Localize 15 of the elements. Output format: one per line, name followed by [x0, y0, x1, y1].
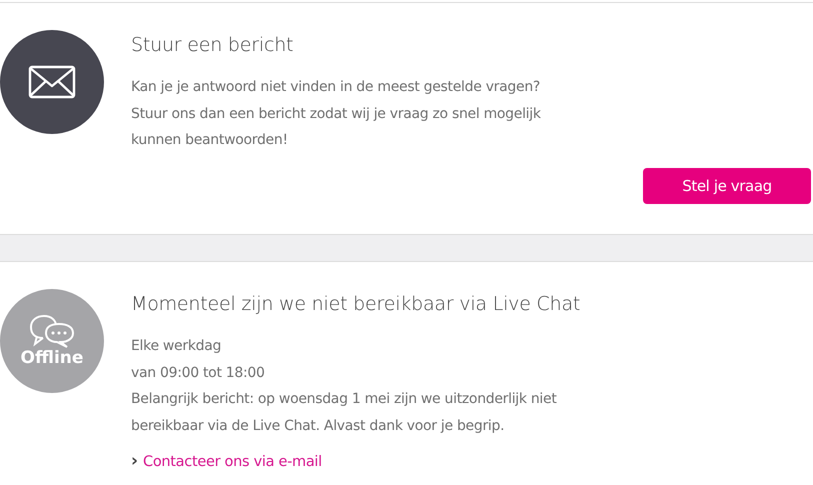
- body-text: van 09:00 tot 18:00: [131, 364, 266, 382]
- chat-bubbles-icon: [29, 314, 75, 348]
- body-text: kunnen beantwoorden!: [131, 131, 289, 150]
- section-title: Momenteel zijn we niet bereikbaar via Live Chat: [131, 293, 582, 315]
- body-text: Kan je je antwoord niet vinden in de meest gestelde vragen?: [131, 78, 542, 97]
- body-text: Stuur ons dan een bericht zodat wij je vraag zo snel mogelijk: [131, 104, 542, 124]
- body-text: Elke werkdag: [131, 337, 222, 356]
- chevron-icon: ›: [131, 453, 138, 470]
- ask-question-button[interactable]: Stel je vraag: [643, 168, 811, 204]
- email-link[interactable]: Contacteer ons via e-mail: [143, 454, 322, 470]
- body-text: Belangrijk bericht: op woensdag 1 mei zijn we uitzonderlijk niet: [131, 390, 558, 409]
- envelope-icon: [28, 65, 76, 99]
- offline-label: Offline: [20, 348, 84, 368]
- body-text: bereikbaar via de Live Chat. Alvast dank voor je begrip.: [131, 416, 506, 436]
- section-title: Stuur een bericht: [131, 34, 294, 56]
